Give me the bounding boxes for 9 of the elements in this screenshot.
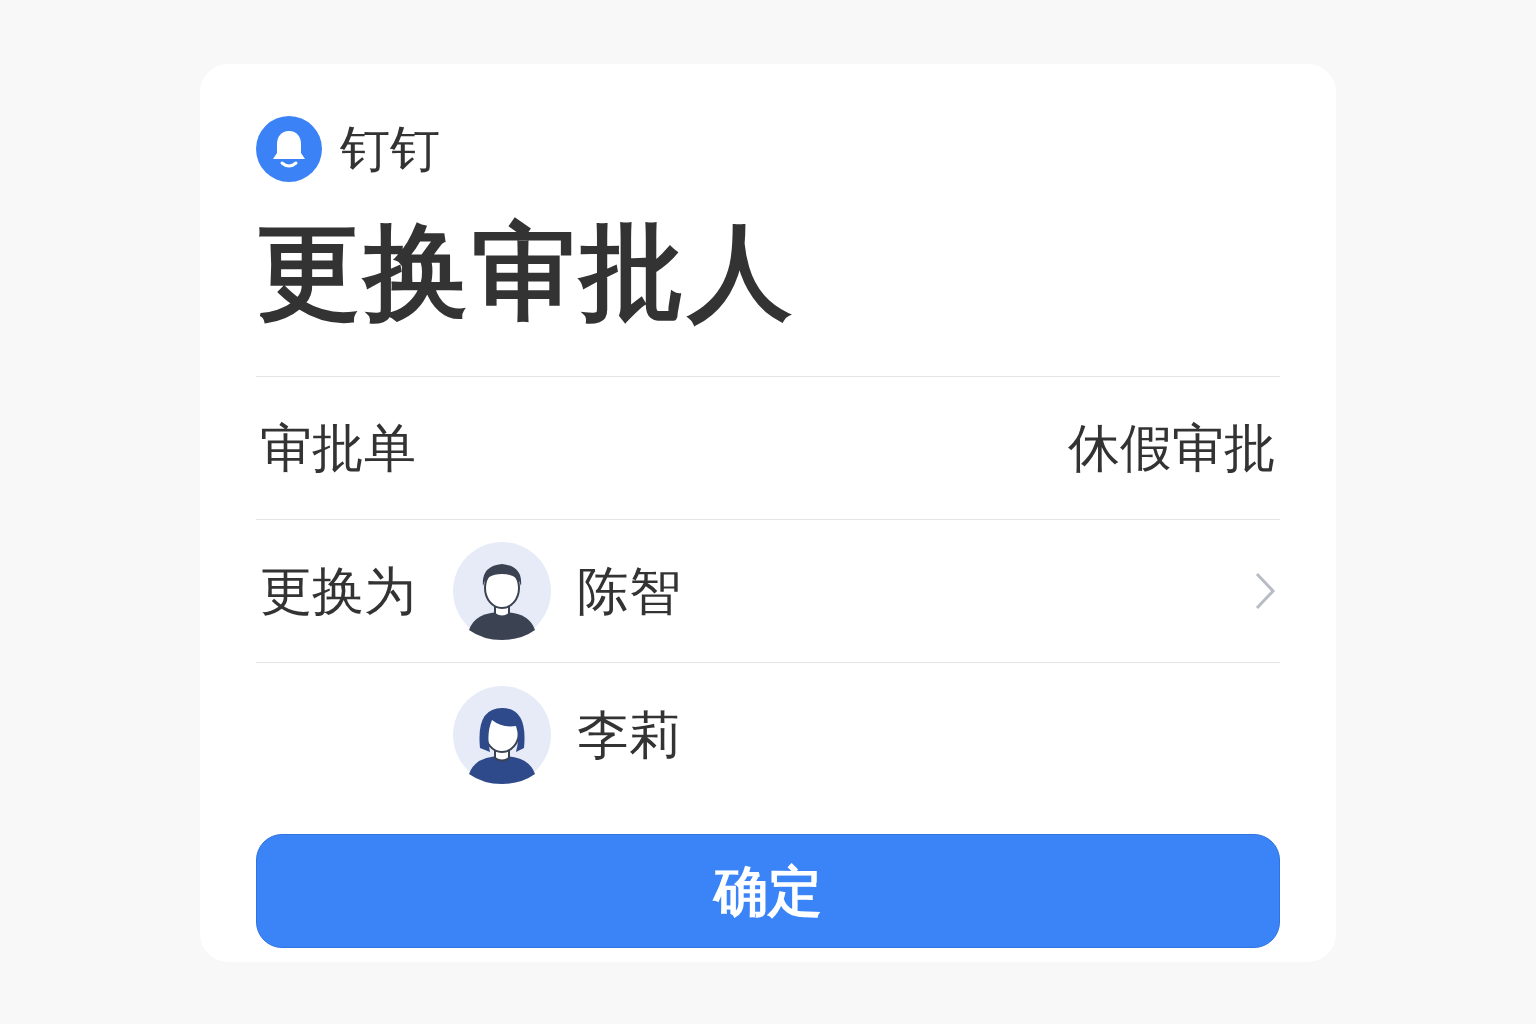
chevron-right-icon[interactable] <box>1254 571 1276 611</box>
person-name: 李莉 <box>577 704 682 766</box>
confirm-button[interactable]: 确定 <box>256 834 1280 948</box>
person-name: 陈智 <box>577 561 682 622</box>
app-name: 钉钉 <box>340 124 440 174</box>
field-value: 休假审批 <box>1068 418 1276 479</box>
field-label: 更换为 <box>260 561 417 622</box>
bell-logo-icon <box>256 116 322 182</box>
field-label: 审批单 <box>260 418 416 479</box>
